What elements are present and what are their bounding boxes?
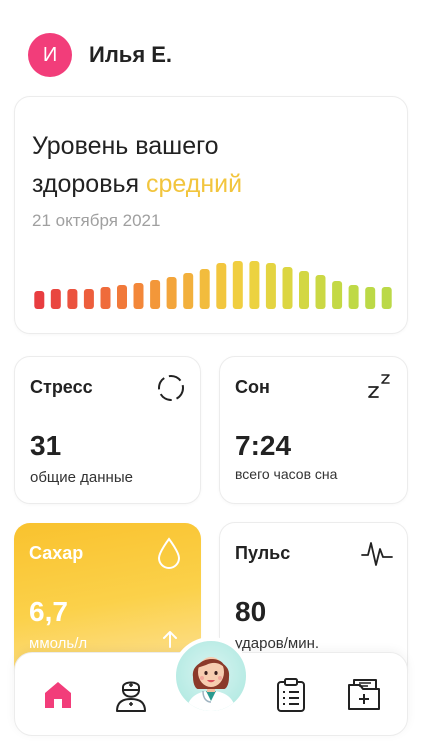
stress-value: 31 (30, 430, 62, 461)
sugar-value: 6,7 (29, 596, 68, 627)
health-title-line2-text: здоровья (32, 170, 140, 198)
doctor-avatar-illustration (186, 657, 236, 711)
pulse-value: 80 (235, 596, 267, 627)
sleep-card[interactable]: Сон 7:24 всего часов сна (219, 356, 408, 504)
health-date: 21 октября 2021 (32, 211, 161, 230)
health-title-line2: здоровья средний (32, 165, 242, 203)
checklist-icon (277, 678, 305, 712)
health-bar (299, 271, 309, 309)
health-title-line1: Уровень вашего (32, 132, 219, 160)
arrow-up-icon (163, 631, 177, 648)
sugar-title: Сахар (29, 543, 84, 563)
health-bar (348, 285, 359, 309)
health-level-card[interactable]: Уровень вашего здоровья средний 21 октяб… (14, 96, 408, 334)
health-level-value: средний (146, 170, 243, 198)
health-bar (150, 280, 161, 309)
stress-card[interactable]: Стресс 31 общие данные (14, 356, 201, 504)
sleep-sub: всего часов сна (235, 466, 338, 482)
pulse-title: Пульс (235, 543, 291, 563)
sleep-title: Сон (235, 377, 270, 397)
health-bar (249, 261, 260, 309)
pulse-sub: ударов/мин. (235, 635, 320, 652)
health-bar (232, 261, 243, 309)
health-bar (117, 285, 127, 309)
tab-medical-folder[interactable] (344, 675, 384, 715)
stress-title: Стресс (30, 377, 93, 397)
health-bar (50, 289, 61, 309)
doctor-icon (116, 681, 146, 712)
tab-home[interactable] (38, 675, 78, 715)
health-bar (166, 277, 177, 309)
user-header: И Илья Е. (28, 33, 172, 77)
health-title: Уровень вашего здоровья средний (32, 127, 242, 203)
zzz-icon (368, 374, 390, 398)
health-bar (381, 287, 392, 309)
stress-sub: общие данные (30, 469, 133, 486)
tab-doctor[interactable] (111, 675, 151, 715)
health-bar (315, 275, 326, 309)
health-bar (265, 263, 276, 309)
health-bar (332, 281, 343, 309)
health-bar (199, 269, 210, 309)
sleep-value: 7:24 (235, 430, 292, 461)
health-bar (183, 273, 194, 309)
health-bar (34, 291, 45, 309)
avatar[interactable]: И (28, 33, 72, 77)
health-bar (67, 289, 78, 309)
stress-circle-icon (158, 375, 184, 401)
health-bar (133, 283, 144, 309)
drop-icon (157, 537, 181, 569)
tab-checklist[interactable] (271, 675, 311, 715)
health-bar (365, 287, 376, 309)
health-bar (100, 287, 111, 309)
user-name: Илья Е. (89, 42, 173, 67)
medical-folder-icon (348, 679, 380, 710)
sugar-sub: ммоль/л (29, 635, 88, 652)
assistant-avatar[interactable] (172, 637, 250, 715)
health-bar (216, 263, 227, 309)
health-bars (34, 261, 392, 309)
pulse-icon (361, 542, 393, 566)
home-icon (45, 682, 71, 708)
health-bar (282, 267, 293, 309)
health-bar (83, 289, 94, 309)
